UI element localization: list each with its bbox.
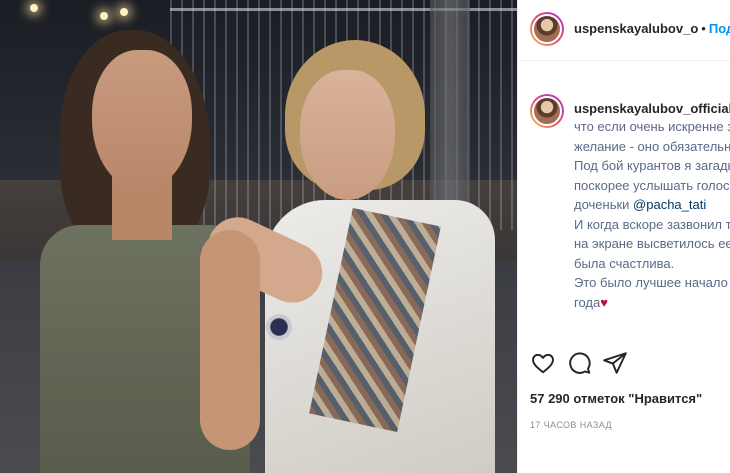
post-sidebar: uspenskayalubov_o•Подпи uspenskayalubov_… bbox=[517, 0, 730, 473]
photo-subject-left-arm bbox=[200, 230, 260, 450]
caption-text: что если очень искренне за желание - оно… bbox=[574, 117, 730, 312]
caption-username-link[interactable]: uspenskayalubov_official bbox=[574, 101, 730, 116]
photo-subject-right-face bbox=[300, 70, 395, 200]
post-photo[interactable] bbox=[0, 0, 517, 473]
likes-count[interactable]: 57 290 отметок "Нравится" bbox=[530, 391, 702, 406]
post-author: uspenskayalubov_o•Подпи bbox=[574, 21, 730, 36]
caption-line: что если очень искренне за bbox=[574, 119, 730, 134]
photo-light bbox=[30, 4, 38, 12]
caption-line: была счастлива. bbox=[574, 255, 675, 271]
caption-line-with-mention: доченьки @pacha_tati bbox=[574, 195, 730, 215]
caption-avatar[interactable] bbox=[530, 94, 564, 128]
caption-line: И когда вскоре зазвонил те bbox=[574, 216, 730, 232]
caption-line-with-heart: года♥ bbox=[574, 293, 730, 313]
caption-line: желание - оно обязательно bbox=[574, 138, 730, 154]
photo-light bbox=[100, 12, 108, 20]
caption-line: на экране высветилось ее и bbox=[574, 236, 730, 251]
author-username-link[interactable]: uspenskayalubov_o bbox=[574, 21, 698, 36]
mention-link[interactable]: @pacha_tati bbox=[633, 197, 706, 212]
photo-watch bbox=[266, 314, 292, 340]
photo-subject-left-face bbox=[92, 50, 192, 190]
heart-icon[interactable] bbox=[530, 350, 556, 376]
post-timestamp[interactable]: 17 часов назад bbox=[530, 420, 612, 430]
share-icon[interactable] bbox=[602, 350, 628, 376]
comment-icon[interactable] bbox=[566, 350, 592, 376]
heart-emoji-icon: ♥ bbox=[600, 294, 608, 310]
caption-line: Под бой курантов я загады bbox=[574, 158, 730, 173]
caption-line: поскорее услышать голос м bbox=[574, 177, 730, 193]
post-header: uspenskayalubov_o•Подпи bbox=[518, 0, 730, 61]
separator-dot: • bbox=[701, 21, 706, 36]
caption-line: года bbox=[574, 294, 601, 310]
avatar[interactable] bbox=[530, 12, 564, 46]
follow-button[interactable]: Подпи bbox=[709, 21, 730, 36]
caption-line: Это было лучшее начало м bbox=[574, 275, 730, 290]
caption-line: доченьки bbox=[574, 197, 634, 212]
action-bar bbox=[530, 350, 730, 380]
photo-light bbox=[120, 8, 128, 16]
caption-author: uspenskayalubov_official✓ bbox=[574, 101, 730, 117]
